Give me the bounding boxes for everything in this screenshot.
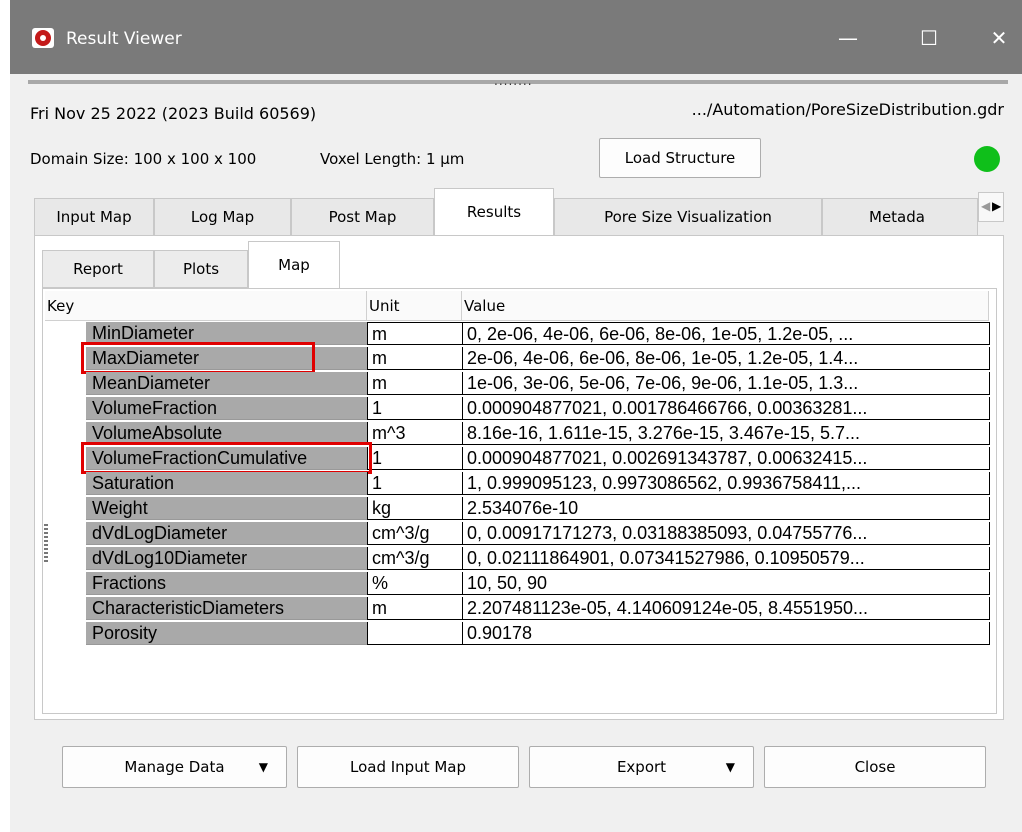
load-structure-button[interactable]: Load Structure xyxy=(599,138,761,178)
title-bar[interactable]: Result Viewer — ☐ ✕ xyxy=(10,0,1022,74)
value-cell[interactable]: 8.16e-16, 1.611e-15, 3.276e-15, 3.467e-1… xyxy=(462,422,990,445)
value-cell[interactable]: 0.000904877021, 0.001786466766, 0.003632… xyxy=(462,397,990,420)
unit-cell[interactable]: cm^3/g xyxy=(367,522,462,545)
unit-cell[interactable] xyxy=(367,622,462,645)
value-cell[interactable]: 1e-06, 3e-06, 5e-06, 7e-06, 9e-06, 1.1e-… xyxy=(462,372,990,395)
value-cell[interactable]: 0.90178 xyxy=(462,622,990,645)
tab-results[interactable]: Results xyxy=(434,188,554,237)
splitter-grip[interactable]: ........ xyxy=(494,74,533,88)
file-path: .../Automation/PoreSizeDistribution.gdr xyxy=(691,100,1004,119)
window-client: ........ Fri Nov 25 2022 (2023 Build 605… xyxy=(10,74,1022,832)
domain-size: Domain Size: 100 x 100 x 100 xyxy=(30,150,257,168)
tab-log-map[interactable]: Log Map xyxy=(154,198,291,236)
close-window-button[interactable]: ✕ xyxy=(976,18,1022,58)
unit-cell[interactable]: 1 xyxy=(367,447,462,470)
highlight-box xyxy=(81,342,315,374)
key-cell[interactable]: dVdLog10Diameter xyxy=(86,547,367,570)
tab-pore-size-visualization[interactable]: Pore Size Visualization xyxy=(554,198,822,236)
unit-cell[interactable]: m^3 xyxy=(367,422,462,445)
value-cell[interactable]: 2e-06, 4e-06, 6e-06, 8e-06, 1e-05, 1.2e-… xyxy=(462,347,990,370)
results-table[interactable]: Key Unit Value MinDiameter m 0, 2e-06, 4e-… xyxy=(45,291,994,711)
key-cell[interactable]: Weight xyxy=(86,497,367,520)
table-row[interactable]: Porosity 0.90178 xyxy=(45,622,990,645)
tab-scroll-buttons[interactable]: ◀ ▶ xyxy=(978,192,1004,222)
key-cell[interactable]: VolumeFraction xyxy=(86,397,367,420)
subtab-report[interactable]: Report xyxy=(42,250,154,288)
export-button[interactable]: Export ▼ xyxy=(529,746,754,788)
unit-cell[interactable]: m xyxy=(367,322,462,345)
value-cell[interactable]: 0.000904877021, 0.002691343787, 0.006324… xyxy=(462,447,990,470)
table-row[interactable]: MeanDiameter m 1e-06, 3e-06, 5e-06, 7e-06,… xyxy=(45,372,990,395)
value-cell[interactable]: 2.207481123e-05, 4.140609124e-05, 8.4551… xyxy=(462,597,990,620)
table-row[interactable]: Saturation 1 1, 0.999095123, 0.9973086562,… xyxy=(45,472,990,495)
subtab-map[interactable]: Map xyxy=(248,241,340,289)
chevron-down-icon[interactable]: ▼ xyxy=(259,747,268,787)
tab-input-map[interactable]: Input Map xyxy=(34,198,154,236)
close-button[interactable]: Close xyxy=(764,746,986,788)
map-panel: Key Unit Value MinDiameter m 0, 2e-06, 4e-… xyxy=(42,288,997,714)
tab-metadata[interactable]: Metada xyxy=(822,198,978,236)
main-tab-bar: Input Map Log Map Post Map Results Pore … xyxy=(34,188,1004,237)
unit-cell[interactable]: % xyxy=(367,572,462,595)
table-row[interactable]: dVdLog10Diameter cm^3/g 0, 0.02111864901, … xyxy=(45,547,990,570)
table-header: Key Unit Value xyxy=(45,291,989,321)
export-label: Export xyxy=(616,758,667,776)
subtab-plots[interactable]: Plots xyxy=(154,250,248,288)
value-cell[interactable]: 10, 50, 90 xyxy=(462,572,990,595)
status-indicator xyxy=(974,146,1000,172)
tab-post-map[interactable]: Post Map xyxy=(291,198,434,236)
unit-cell[interactable]: 1 xyxy=(367,397,462,420)
tab-scroll-left-icon[interactable]: ◀ xyxy=(981,199,990,213)
unit-cell[interactable]: m xyxy=(367,347,462,370)
key-cell[interactable]: Porosity xyxy=(86,622,367,645)
value-cell[interactable]: 1, 0.999095123, 0.9973086562, 0.99367584… xyxy=(462,472,990,495)
unit-cell[interactable]: cm^3/g xyxy=(367,547,462,570)
unit-cell[interactable]: kg xyxy=(367,497,462,520)
key-cell[interactable]: Saturation xyxy=(86,472,367,495)
column-header-key[interactable]: Key xyxy=(45,291,367,321)
unit-cell[interactable]: 1 xyxy=(367,472,462,495)
value-cell[interactable]: 0, 0.02111864901, 0.07341527986, 0.10950… xyxy=(462,547,990,570)
value-cell[interactable]: 0, 2e-06, 4e-06, 6e-06, 8e-06, 1e-05, 1.… xyxy=(462,322,990,345)
key-cell[interactable]: CharacteristicDiameters xyxy=(86,597,367,620)
minimize-button[interactable]: — xyxy=(825,18,871,58)
chevron-down-icon[interactable]: ▼ xyxy=(726,747,735,787)
table-row[interactable]: dVdLogDiameter cm^3/g 0, 0.00917171273, 0.… xyxy=(45,522,990,545)
voxel-length: Voxel Length: 1 µm xyxy=(320,150,465,168)
results-panel: Report Plots Map Key Unit Value MinDiame… xyxy=(34,235,1004,720)
table-row[interactable]: CharacteristicDiameters m 2.207481123e-05,… xyxy=(45,597,990,620)
column-header-unit[interactable]: Unit xyxy=(367,291,462,321)
unit-cell[interactable]: m xyxy=(367,372,462,395)
window-title: Result Viewer xyxy=(66,29,182,49)
table-row[interactable]: VolumeFraction 1 0.000904877021, 0.0017864… xyxy=(45,397,990,420)
highlight-box xyxy=(81,442,372,474)
table-row[interactable]: Weight kg 2.534076e-10 xyxy=(45,497,990,520)
left-splitter-grip[interactable] xyxy=(44,524,48,564)
load-input-map-button[interactable]: Load Input Map xyxy=(297,746,519,788)
column-header-value[interactable]: Value xyxy=(462,291,989,321)
build-info: Fri Nov 25 2022 (2023 Build 60569) xyxy=(30,104,317,123)
table-row[interactable]: Fractions% 10, 50, 90 xyxy=(45,572,990,595)
manage-data-button[interactable]: Manage Data ▼ xyxy=(62,746,287,788)
table-row[interactable]: VolumeFractionCumulative 1 0.000904877021,… xyxy=(45,442,990,474)
key-cell[interactable]: Fractions xyxy=(86,572,367,595)
unit-cell[interactable]: m xyxy=(367,597,462,620)
value-cell[interactable]: 0, 0.00917171273, 0.03188385093, 0.04755… xyxy=(462,522,990,545)
maximize-button[interactable]: ☐ xyxy=(906,18,952,58)
key-cell[interactable]: MeanDiameter xyxy=(86,372,367,395)
value-cell[interactable]: 2.534076e-10 xyxy=(462,497,990,520)
tab-scroll-right-icon[interactable]: ▶ xyxy=(992,199,1001,213)
key-cell[interactable]: dVdLogDiameter xyxy=(86,522,367,545)
table-row[interactable]: MaxDiameter m 2e-06, 4e-06, 6e-06, 8e-06, … xyxy=(45,342,990,374)
manage-data-label: Manage Data xyxy=(124,758,225,776)
app-logo-icon xyxy=(32,28,54,48)
